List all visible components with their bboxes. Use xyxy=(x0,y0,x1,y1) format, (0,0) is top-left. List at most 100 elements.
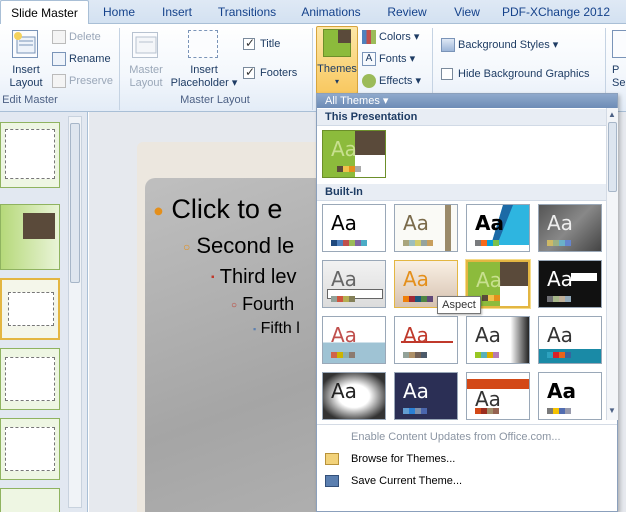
tab-pdf-xchange[interactable]: PDF-XChange 2012 xyxy=(498,0,614,24)
hide-background-graphics-box xyxy=(441,68,453,81)
colors-button[interactable]: Colors ▾ xyxy=(362,30,419,45)
footers-checkbox-box xyxy=(243,65,255,80)
theme-couture[interactable]: Aa xyxy=(322,372,386,420)
rename-button[interactable]: Rename xyxy=(52,52,111,66)
insert-layout-label-2: Layout xyxy=(9,77,43,89)
bullet-level-5-text: Fifth l xyxy=(260,320,300,337)
theme-preview-text: Aa xyxy=(547,379,576,403)
bullet-level-1[interactable]: ● Click to e xyxy=(153,194,282,225)
rename-label: Rename xyxy=(69,52,111,65)
theme-preview-text: Aa xyxy=(475,211,504,235)
theme-apex[interactable]: Aa xyxy=(538,204,602,252)
theme-preview-text: Aa xyxy=(403,379,429,403)
title-checkbox[interactable]: Title xyxy=(243,36,280,51)
slide-thumbnail[interactable] xyxy=(0,122,60,188)
background-styles-icon xyxy=(441,38,455,53)
tab-home[interactable]: Home xyxy=(96,0,142,24)
theme-swatches xyxy=(475,408,499,414)
theme-composite[interactable]: Aa xyxy=(466,316,530,364)
theme-preview-text: Aa xyxy=(476,268,502,292)
theme-angles[interactable]: Aa xyxy=(466,204,530,252)
theme-black-tie[interactable]: Aa xyxy=(538,260,602,308)
slide-thumbnail-pane xyxy=(0,112,88,512)
tab-transitions[interactable]: Transitions xyxy=(212,0,282,24)
themes-icon xyxy=(323,29,351,57)
theme-swatches xyxy=(331,166,361,172)
theme-concourse[interactable]: Aa xyxy=(538,316,602,364)
ribbon-separator xyxy=(119,28,120,110)
preserve-label: Preserve xyxy=(69,74,114,87)
scrollbar-thumb[interactable] xyxy=(608,122,617,192)
footers-checkbox[interactable]: Footers xyxy=(243,65,298,80)
hide-background-graphics-label: Hide Background Graphics xyxy=(458,68,590,80)
bullet-level-3[interactable]: ▪ Third lev xyxy=(211,266,296,289)
slide-thumbnail[interactable] xyxy=(0,348,60,410)
fonts-icon: A xyxy=(362,52,376,67)
bullet-level-5[interactable]: ▪ Fifth l xyxy=(253,320,300,338)
page-setup-label-2: Se xyxy=(612,77,626,89)
themes-label: Themes xyxy=(317,63,357,75)
scroll-down-icon[interactable]: ▼ xyxy=(608,406,616,415)
master-layout-icon xyxy=(132,32,158,58)
ribbon-tab-bar: Slide Master Home Insert Transitions Ani… xyxy=(0,0,626,25)
theme-current[interactable]: Aa xyxy=(322,130,386,178)
theme-swatches xyxy=(547,240,571,246)
theme-preview-text: Aa xyxy=(547,267,573,291)
theme-preview-text: Aa xyxy=(403,267,429,291)
theme-apothecary[interactable]: Aa xyxy=(322,260,386,308)
effects-button[interactable]: Effects ▾ xyxy=(362,74,421,89)
background-styles-label: Background Styles xyxy=(458,39,550,51)
colors-label: Colors xyxy=(379,31,411,43)
theme-equity[interactable]: Aa xyxy=(466,372,530,420)
master-layout-label-2: Layout xyxy=(129,77,163,89)
slide-thumbnail[interactable] xyxy=(0,488,60,512)
thumbnail-scrollbar[interactable] xyxy=(68,116,82,508)
theme-swatches xyxy=(403,352,427,358)
scroll-up-icon[interactable]: ▲ xyxy=(608,110,616,119)
insert-layout-button[interactable]: Insert Layout xyxy=(6,64,46,90)
save-current-theme-item[interactable]: Save Current Theme... xyxy=(317,470,617,492)
background-styles-button[interactable]: Background Styles ▾ xyxy=(441,38,558,53)
browse-for-themes-item[interactable]: Browse for Themes... xyxy=(317,448,617,470)
insert-placeholder-button[interactable]: Insert Placeholder ▾ xyxy=(168,64,240,90)
effects-icon xyxy=(362,74,376,89)
all-themes-header[interactable]: All Themes ▾ xyxy=(317,94,617,108)
preserve-button[interactable]: Preserve xyxy=(52,74,113,88)
fonts-button[interactable]: A Fonts ▾ xyxy=(362,52,415,67)
tab-review[interactable]: Review xyxy=(380,0,434,24)
delete-button[interactable]: Delete xyxy=(52,30,101,44)
page-setup-button[interactable]: P Se xyxy=(612,64,625,90)
tab-insert[interactable]: Insert xyxy=(150,0,204,24)
slide-thumbnail[interactable] xyxy=(0,204,60,270)
themes-button[interactable]: Themes ▾ xyxy=(316,26,358,94)
master-layout-button[interactable]: Master Layout xyxy=(124,64,168,90)
folder-icon xyxy=(325,453,339,465)
scrollbar-thumb[interactable] xyxy=(70,123,80,283)
theme-preview-text: Aa xyxy=(331,267,357,291)
themes-gallery-scrollbar[interactable]: ▲ ▼ xyxy=(606,108,618,420)
theme-elemental[interactable]: Aa xyxy=(394,372,458,420)
footers-checkbox-label: Footers xyxy=(260,67,298,79)
tab-view[interactable]: View xyxy=(446,0,488,24)
slide-thumbnail[interactable] xyxy=(0,278,60,340)
theme-civic[interactable]: Aa xyxy=(322,316,386,364)
tab-slide-master[interactable]: Slide Master xyxy=(0,0,89,25)
slide-thumbnail[interactable] xyxy=(0,418,60,480)
theme-essential[interactable]: Aa xyxy=(538,372,602,420)
bullet-level-2[interactable]: ○ Second le xyxy=(183,233,294,259)
insert-layout-label-1: Insert xyxy=(12,64,40,76)
theme-swatches xyxy=(475,352,499,358)
theme-adjacency[interactable]: Aa xyxy=(394,204,458,252)
theme-swatches xyxy=(331,240,367,246)
theme-office[interactable]: Aa xyxy=(322,204,386,252)
bullet-level-2-text: Second le xyxy=(196,233,295,258)
theme-swatches xyxy=(331,296,355,302)
theme-clarity[interactable]: Aa xyxy=(394,316,458,364)
bullet-level-4[interactable]: ○ Fourth xyxy=(231,294,294,315)
theme-preview-text: Aa xyxy=(475,323,501,347)
enable-content-updates-item[interactable]: Enable Content Updates from Office.com..… xyxy=(317,426,617,448)
hide-background-graphics-checkbox[interactable]: Hide Background Graphics xyxy=(441,68,590,81)
theme-preview-text: Aa xyxy=(331,211,357,235)
preserve-icon xyxy=(52,74,66,88)
tab-animations[interactable]: Animations xyxy=(294,0,368,24)
